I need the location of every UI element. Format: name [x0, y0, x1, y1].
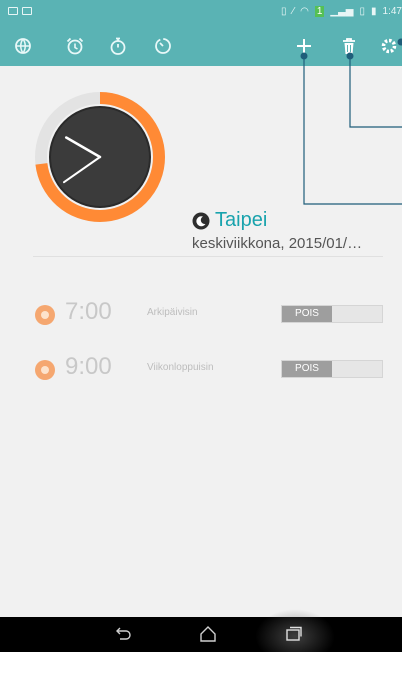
status-time: 1:47 — [382, 6, 402, 17]
vibrate-icon: ▯ — [280, 6, 287, 17]
alarm-repeat-label: Arkipäivisin — [147, 307, 198, 318]
back-icon[interactable] — [111, 623, 135, 645]
home-icon[interactable] — [196, 623, 220, 645]
city-name[interactable]: Taipei — [215, 209, 267, 232]
sun-icon — [35, 305, 55, 325]
wifi-icon: ◠ — [300, 6, 309, 17]
status-bar-notifications — [8, 7, 32, 15]
alarm-icon[interactable] — [63, 34, 87, 58]
data-icon: 1 — [314, 6, 325, 17]
sim-icon: ▯ — [359, 6, 366, 17]
sun-icon — [35, 360, 55, 380]
status-bar: ▯ ⁄ ◠ 1 ▁▃▅ ▯ ▮ 1:47 — [0, 0, 402, 26]
divider — [33, 256, 383, 257]
mute-icon: ⁄ — [292, 6, 295, 17]
recent-apps-icon[interactable] — [282, 623, 306, 645]
city-date: keskiviikkona, 2015/01/… — [192, 235, 363, 252]
battery-icon: ▮ — [371, 6, 377, 17]
signal-icon: ▁▃▅ — [330, 6, 354, 17]
toolbar — [0, 26, 402, 66]
stopwatch-icon[interactable] — [106, 34, 130, 58]
navigation-bar — [0, 609, 402, 652]
alarm-toggle[interactable]: POIS — [281, 305, 383, 323]
alarm-toggle-state: POIS — [282, 361, 332, 377]
night-moon-icon — [192, 212, 210, 229]
alarm-row[interactable]: 9:00 Viikonloppuisin POIS — [0, 350, 402, 390]
settings-icon[interactable] — [377, 34, 401, 58]
city-heading: Taipei — [192, 209, 267, 232]
image-notification-icon — [22, 7, 32, 15]
alarm-time: 9:00 — [65, 353, 112, 380]
analog-clock[interactable] — [33, 90, 167, 224]
status-bar-system: ▯ ⁄ ◠ 1 ▁▃▅ ▯ ▮ 1:47 — [281, 6, 402, 17]
alarm-toggle-state: POIS — [282, 306, 332, 322]
alarm-repeat-label: Viikonloppuisin — [147, 362, 214, 373]
phone-screen: ▯ ⁄ ◠ 1 ▁▃▅ ▯ ▮ 1:47 Taipei keskiviikkon… — [0, 0, 402, 652]
world-clock-icon[interactable] — [11, 34, 35, 58]
alarm-toggle[interactable]: POIS — [281, 360, 383, 378]
gallery-notification-icon — [8, 7, 18, 15]
delete-icon[interactable] — [337, 34, 361, 58]
world-clock-panel: Taipei keskiviikkona, 2015/01/… — [0, 66, 402, 256]
alarm-time: 7:00 — [65, 298, 112, 325]
add-icon[interactable] — [292, 34, 316, 58]
timer-icon[interactable] — [151, 34, 175, 58]
alarm-row[interactable]: 7:00 Arkipäivisin POIS — [0, 295, 402, 335]
